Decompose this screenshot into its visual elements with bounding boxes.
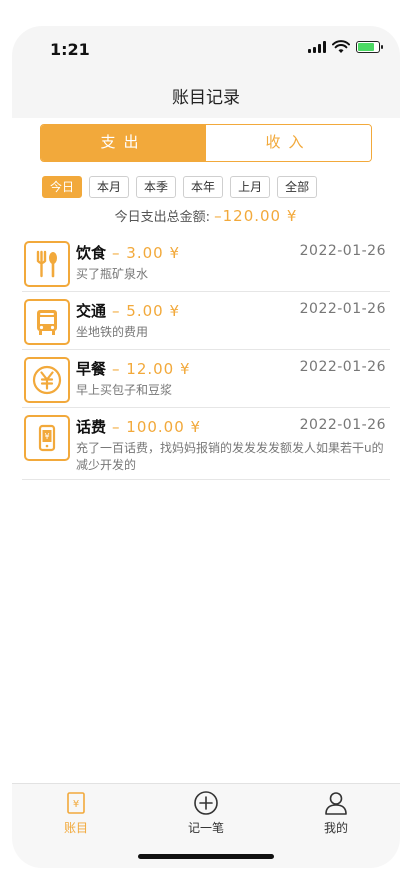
list-item[interactable]: 早餐 – 12.00 ¥ 2022-01-26 早上买包子和豆浆 <box>22 350 390 408</box>
filter-all[interactable]: 全部 <box>277 176 318 198</box>
summary-label: 今日支出总金额: <box>114 210 210 225</box>
period-filters: 今日 本月 本季 本年 上月 全部 <box>42 176 318 198</box>
home-indicator <box>138 854 274 859</box>
type-segment: 支出 收入 <box>40 124 372 162</box>
record-title: 早餐 – 12.00 ¥ <box>76 358 191 379</box>
record-amount: – 100.00 ¥ <box>112 418 202 436</box>
record-title: 话费 – 100.00 ¥ <box>76 416 201 437</box>
record-amount: – 3.00 ¥ <box>112 244 180 262</box>
filter-last-month[interactable]: 上月 <box>230 176 271 198</box>
phone-icon: ¥ <box>24 415 70 461</box>
segment-income[interactable]: 收入 <box>206 125 371 161</box>
record-amount: – 12.00 ¥ <box>112 360 191 378</box>
list-item[interactable]: 交通 – 5.00 ¥ 2022-01-26 坐地铁的费用 <box>22 292 390 350</box>
filter-today[interactable]: 今日 <box>42 176 83 198</box>
record-date: 2022-01-26 <box>299 301 386 317</box>
list-item[interactable]: ¥ 话费 – 100.00 ¥ 2022-01-26 充了一百话费，找妈妈报销的发… <box>22 408 390 480</box>
record-date: 2022-01-26 <box>299 417 386 433</box>
svg-text:¥: ¥ <box>44 432 49 441</box>
filter-this-quarter[interactable]: 本季 <box>136 176 177 198</box>
status-icons <box>308 40 383 54</box>
record-title: 交通 – 5.00 ¥ <box>76 300 180 321</box>
record-category: 饮食 <box>76 244 107 262</box>
tab-mine-label: 我的 <box>323 821 348 835</box>
record-note: 坐地铁的费用 <box>76 325 149 339</box>
fork-spoon-icon <box>24 241 70 287</box>
user-icon <box>325 792 347 815</box>
nav-bar: 账目记录 <box>12 78 400 118</box>
record-list: 饮食 – 3.00 ¥ 2022-01-26 买了瓶矿泉水 交通 – 5.00 ¥ … <box>22 234 390 480</box>
record-note: 早上买包子和豆浆 <box>76 383 173 397</box>
record-title: 饮食 – 3.00 ¥ <box>76 242 180 263</box>
total-summary: 今日支出总金额: –120.00 ¥ <box>12 206 400 225</box>
plus-circle-icon <box>194 791 218 815</box>
record-date: 2022-01-26 <box>299 359 386 375</box>
phone-screen: 1:21 账目记录 支出 收入 今日 本月 本季 本年 上月 全部 今日支出总金… <box>12 26 400 868</box>
page-title: 账目记录 <box>172 88 240 108</box>
list-item[interactable]: 饮食 – 3.00 ¥ 2022-01-26 买了瓶矿泉水 <box>22 234 390 292</box>
status-bar: 1:21 <box>12 26 400 78</box>
summary-amount: –120.00 ¥ <box>214 207 298 225</box>
tab-ledger-label: 账目 <box>63 821 88 835</box>
record-category: 话费 <box>76 418 107 436</box>
filter-this-year[interactable]: 本年 <box>183 176 224 198</box>
ledger-icon: ¥ <box>67 792 85 814</box>
wifi-icon <box>332 40 350 53</box>
battery-icon <box>356 41 383 53</box>
bus-icon <box>24 299 70 345</box>
record-category: 早餐 <box>76 360 107 378</box>
tab-add-record[interactable]: 记一笔 <box>156 790 256 836</box>
yen-coin-icon <box>24 357 70 403</box>
segment-expense[interactable]: 支出 <box>41 125 206 161</box>
record-category: 交通 <box>76 302 107 320</box>
tab-ledger[interactable]: ¥ 账目 <box>26 790 126 836</box>
record-date: 2022-01-26 <box>299 243 386 259</box>
signal-icon <box>308 41 326 53</box>
record-note: 买了瓶矿泉水 <box>76 267 149 281</box>
record-note: 充了一百话费，找妈妈报销的发发发发额发人如果若干u的减少开发的 <box>76 441 384 472</box>
tab-mine[interactable]: 我的 <box>286 790 386 836</box>
svg-text:¥: ¥ <box>73 799 79 810</box>
status-time: 1:21 <box>50 40 90 59</box>
tab-add-label: 记一笔 <box>187 821 224 835</box>
filter-this-month[interactable]: 本月 <box>89 176 130 198</box>
record-amount: – 5.00 ¥ <box>112 302 180 320</box>
